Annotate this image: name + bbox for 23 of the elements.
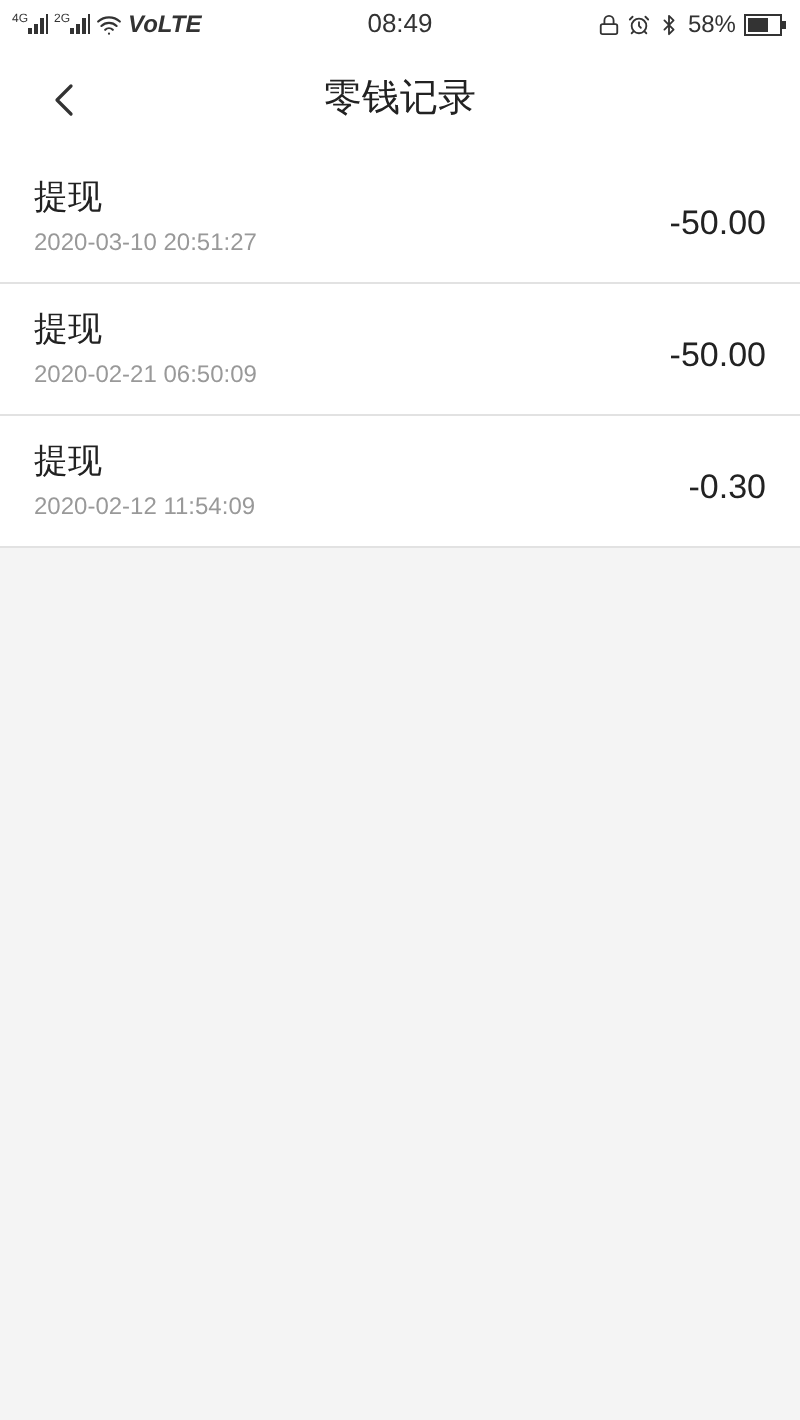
lock-icon [597, 13, 620, 35]
record-row[interactable]: 提现 2020-03-10 20:51:27 -50.00 [0, 152, 800, 284]
record-time: 2020-03-10 20:51:27 [34, 230, 257, 254]
record-time: 2020-02-21 06:50:09 [34, 362, 257, 386]
page-title[interactable]: 零钱记录 [324, 71, 476, 129]
record-row[interactable]: 提现 2020-02-21 06:50:09 -50.00 [0, 284, 800, 416]
battery-percent: 58% [687, 8, 736, 42]
bluetooth-icon [657, 13, 680, 35]
alarm-icon [627, 13, 650, 35]
battery-icon [743, 13, 788, 35]
record-time: 2020-02-12 11:54:09 [34, 494, 256, 518]
network-label: VoLTE [128, 8, 202, 42]
record-amount: -0.30 [688, 465, 766, 510]
signal-icon [70, 14, 91, 34]
record-row[interactable]: 提现 2020-02-12 11:54:09 -0.30 [0, 416, 800, 548]
record-title: 提现 [34, 444, 104, 478]
record-title: 提现 [34, 312, 104, 346]
record-amount: -50.00 [669, 201, 766, 246]
wifi-icon [96, 11, 123, 37]
status-time: 08:49 [367, 6, 433, 43]
signal-icon [28, 14, 49, 34]
record-title: 提现 [34, 180, 104, 214]
record-amount: -50.00 [669, 333, 766, 378]
